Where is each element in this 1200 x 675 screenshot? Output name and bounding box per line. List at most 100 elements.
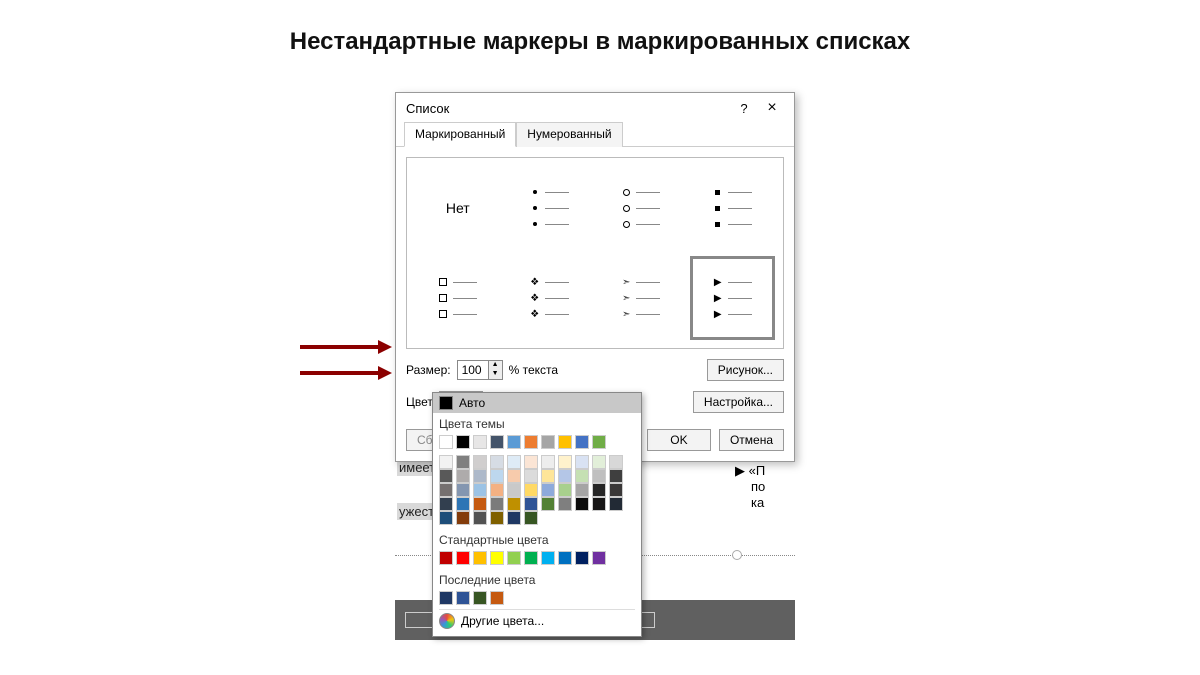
- color-swatch[interactable]: [456, 455, 470, 469]
- color-swatch[interactable]: [558, 497, 572, 511]
- color-swatch[interactable]: [575, 455, 589, 469]
- theme-tints-grid: [433, 453, 641, 529]
- color-swatch[interactable]: [558, 483, 572, 497]
- color-swatch[interactable]: [490, 469, 504, 483]
- tab-bulleted[interactable]: Маркированный: [404, 122, 516, 147]
- color-swatch[interactable]: [473, 483, 487, 497]
- color-swatch[interactable]: [507, 469, 521, 483]
- color-swatch[interactable]: [439, 591, 453, 605]
- color-swatch[interactable]: [473, 551, 487, 565]
- color-swatch[interactable]: [456, 591, 470, 605]
- color-swatch[interactable]: [439, 455, 453, 469]
- color-swatch[interactable]: [541, 435, 555, 449]
- bullet-option-square-hollow[interactable]: [415, 256, 501, 340]
- color-swatch[interactable]: [490, 591, 504, 605]
- color-swatch[interactable]: [456, 435, 470, 449]
- color-swatch[interactable]: [524, 483, 538, 497]
- color-swatch[interactable]: [575, 469, 589, 483]
- color-swatch[interactable]: [575, 435, 589, 449]
- color-swatch[interactable]: [575, 551, 589, 565]
- color-swatch[interactable]: [592, 551, 606, 565]
- tab-numbered[interactable]: Нумерованный: [516, 122, 622, 147]
- help-button[interactable]: ?: [730, 101, 758, 116]
- color-swatch[interactable]: [456, 511, 470, 525]
- color-swatch[interactable]: [609, 455, 623, 469]
- color-swatch[interactable]: [456, 469, 470, 483]
- color-swatch[interactable]: [456, 497, 470, 511]
- color-swatch[interactable]: [473, 591, 487, 605]
- bullet-option-triangle[interactable]: [690, 256, 776, 340]
- color-swatch[interactable]: [524, 511, 538, 525]
- color-swatch[interactable]: [592, 483, 606, 497]
- section-handle[interactable]: [732, 550, 742, 560]
- color-swatch[interactable]: [490, 511, 504, 525]
- customize-button[interactable]: Настройка...: [693, 391, 784, 413]
- color-swatch[interactable]: [490, 455, 504, 469]
- picture-button[interactable]: Рисунок...: [707, 359, 784, 381]
- color-swatch[interactable]: [456, 551, 470, 565]
- close-button[interactable]: ×: [758, 99, 786, 117]
- cancel-button[interactable]: Отмена: [719, 429, 784, 451]
- color-swatch[interactable]: [524, 551, 538, 565]
- color-label: Цвет: [406, 395, 433, 409]
- color-swatch[interactable]: [592, 435, 606, 449]
- color-swatch[interactable]: [609, 469, 623, 483]
- color-swatch[interactable]: [473, 497, 487, 511]
- color-swatch[interactable]: [541, 551, 555, 565]
- bullet-option-arrow-outline[interactable]: [598, 256, 684, 340]
- color-swatch[interactable]: [439, 435, 453, 449]
- color-swatch[interactable]: [592, 455, 606, 469]
- color-dropdown: Авто Цвета темы Стандартные цвета Послед…: [432, 392, 642, 637]
- color-swatch[interactable]: [609, 497, 623, 511]
- color-swatch[interactable]: [507, 497, 521, 511]
- color-swatch[interactable]: [524, 469, 538, 483]
- spin-down-icon[interactable]: ▼: [488, 370, 502, 379]
- color-swatch[interactable]: [490, 483, 504, 497]
- color-swatch[interactable]: [473, 455, 487, 469]
- color-swatch[interactable]: [558, 435, 572, 449]
- color-swatch[interactable]: [592, 497, 606, 511]
- color-swatch[interactable]: [507, 455, 521, 469]
- color-swatch[interactable]: [490, 551, 504, 565]
- color-swatch[interactable]: [439, 511, 453, 525]
- color-swatch[interactable]: [541, 483, 555, 497]
- color-swatch[interactable]: [507, 551, 521, 565]
- color-swatch[interactable]: [439, 483, 453, 497]
- color-swatch[interactable]: [456, 483, 470, 497]
- color-swatch[interactable]: [439, 551, 453, 565]
- ok-button[interactable]: OK: [647, 429, 711, 451]
- color-swatch[interactable]: [439, 497, 453, 511]
- color-swatch[interactable]: [473, 511, 487, 525]
- color-swatch[interactable]: [490, 435, 504, 449]
- color-auto[interactable]: Авто: [433, 393, 641, 413]
- color-swatch[interactable]: [524, 435, 538, 449]
- color-swatch[interactable]: [507, 435, 521, 449]
- color-swatch[interactable]: [490, 497, 504, 511]
- more-colors[interactable]: Другие цвета...: [433, 610, 641, 632]
- color-swatch[interactable]: [575, 483, 589, 497]
- color-swatch[interactable]: [558, 455, 572, 469]
- color-swatch[interactable]: [524, 497, 538, 511]
- color-swatch[interactable]: [558, 469, 572, 483]
- color-swatch[interactable]: [558, 551, 572, 565]
- color-swatch[interactable]: [592, 469, 606, 483]
- color-swatch[interactable]: [507, 511, 521, 525]
- color-swatch[interactable]: [473, 435, 487, 449]
- color-swatch[interactable]: [575, 497, 589, 511]
- bullet-option-diamond[interactable]: [507, 256, 593, 340]
- color-swatch[interactable]: [524, 455, 538, 469]
- color-swatch[interactable]: [541, 455, 555, 469]
- bullet-option-square-filled[interactable]: [690, 166, 776, 250]
- bullet-option-circle[interactable]: [598, 166, 684, 250]
- bullet-option-dot[interactable]: [507, 166, 593, 250]
- color-swatch[interactable]: [439, 469, 453, 483]
- spin-up-icon[interactable]: ▲: [488, 361, 502, 370]
- size-input[interactable]: 100 ▲▼: [457, 360, 503, 380]
- color-swatch[interactable]: [609, 483, 623, 497]
- color-swatch[interactable]: [473, 469, 487, 483]
- slide-fragment: ка: [751, 495, 764, 510]
- color-swatch[interactable]: [541, 469, 555, 483]
- color-swatch[interactable]: [541, 497, 555, 511]
- bullet-option-none[interactable]: Нет: [415, 166, 501, 250]
- color-swatch[interactable]: [507, 483, 521, 497]
